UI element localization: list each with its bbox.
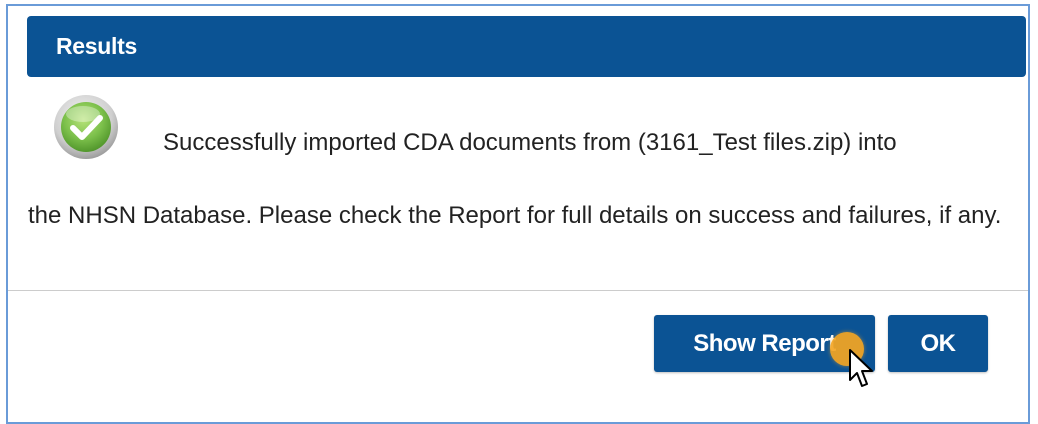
- success-check-icon: [54, 95, 118, 159]
- ok-button[interactable]: OK: [888, 315, 988, 372]
- mouse-cursor-icon: [849, 349, 873, 387]
- dialog-header: Results: [27, 16, 1026, 77]
- results-dialog: Results Successfully imported CDA docume…: [6, 4, 1030, 424]
- message-line-1: Successfully imported CDA documents from…: [163, 129, 897, 156]
- footer-divider: [8, 290, 1028, 291]
- dialog-title: Results: [56, 33, 137, 59]
- message-body: the NHSN Database. Please check the Repo…: [28, 202, 1002, 229]
